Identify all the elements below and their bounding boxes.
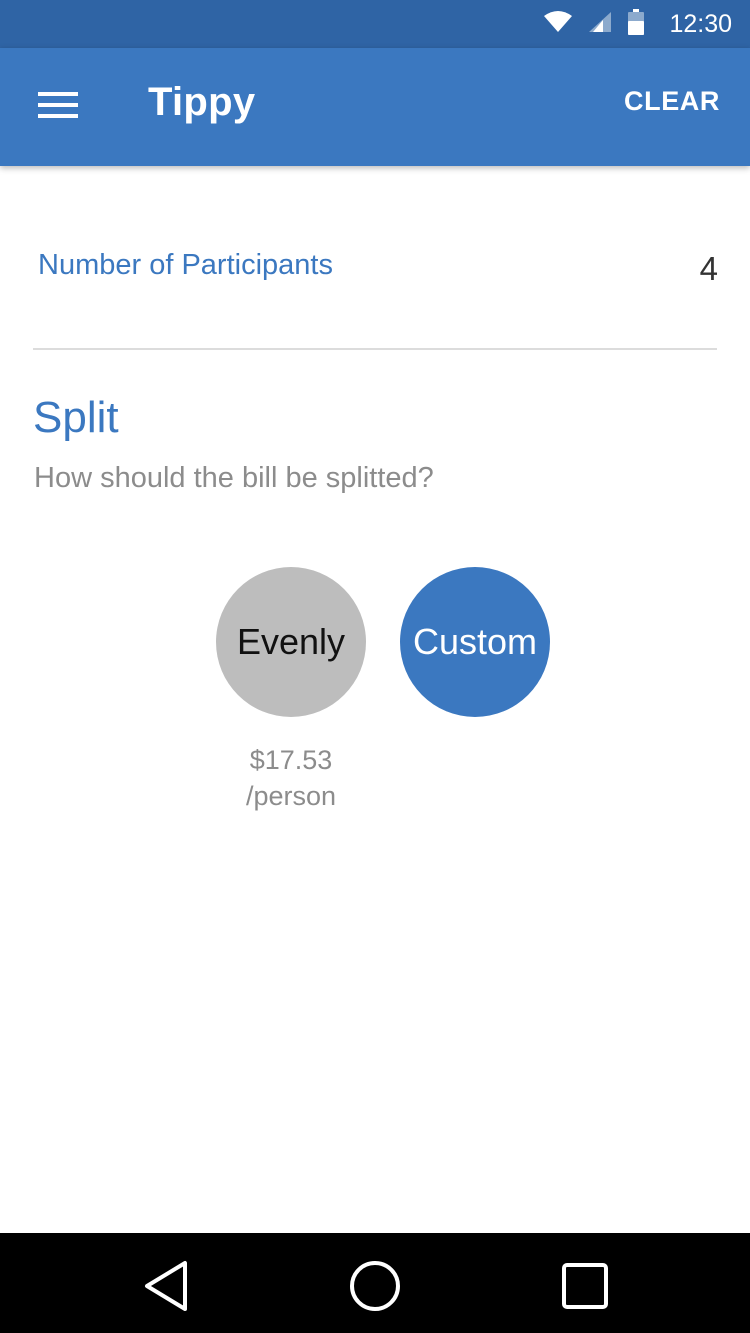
clear-button[interactable]: CLEAR bbox=[624, 86, 720, 117]
menu-button[interactable] bbox=[28, 82, 88, 132]
back-icon bbox=[141, 1259, 191, 1318]
split-custom-button[interactable]: Custom bbox=[400, 567, 550, 717]
status-bar: 12:30 bbox=[0, 0, 750, 48]
recents-button[interactable] bbox=[555, 1258, 615, 1318]
per-person-unit: /person bbox=[245, 781, 337, 811]
hamburger-menu-icon bbox=[38, 91, 78, 124]
participants-row[interactable]: Number of Participants 4 bbox=[0, 166, 750, 349]
wifi-icon bbox=[543, 10, 573, 39]
per-person-amount: $17.53 /person bbox=[191, 742, 391, 814]
per-person-value: $17.53 bbox=[249, 745, 333, 775]
home-icon bbox=[348, 1259, 402, 1318]
battery-icon bbox=[627, 8, 645, 41]
back-button[interactable] bbox=[136, 1258, 196, 1318]
status-time: 12:30 bbox=[669, 9, 732, 38]
recents-icon bbox=[560, 1261, 610, 1316]
nav-bar bbox=[0, 1233, 750, 1333]
split-evenly-button[interactable]: Evenly bbox=[216, 567, 366, 717]
home-button[interactable] bbox=[345, 1258, 405, 1318]
status-icons: 12:30 bbox=[543, 0, 732, 48]
app-title: Tippy bbox=[148, 80, 256, 124]
participants-label: Number of Participants bbox=[38, 249, 333, 281]
cell-signal-icon bbox=[587, 10, 613, 39]
split-title: Split bbox=[33, 393, 119, 442]
app-bar: Tippy CLEAR bbox=[0, 48, 750, 166]
participants-value: 4 bbox=[699, 250, 718, 287]
divider bbox=[33, 348, 717, 350]
split-subtitle: How should the bill be splitted? bbox=[34, 462, 434, 494]
